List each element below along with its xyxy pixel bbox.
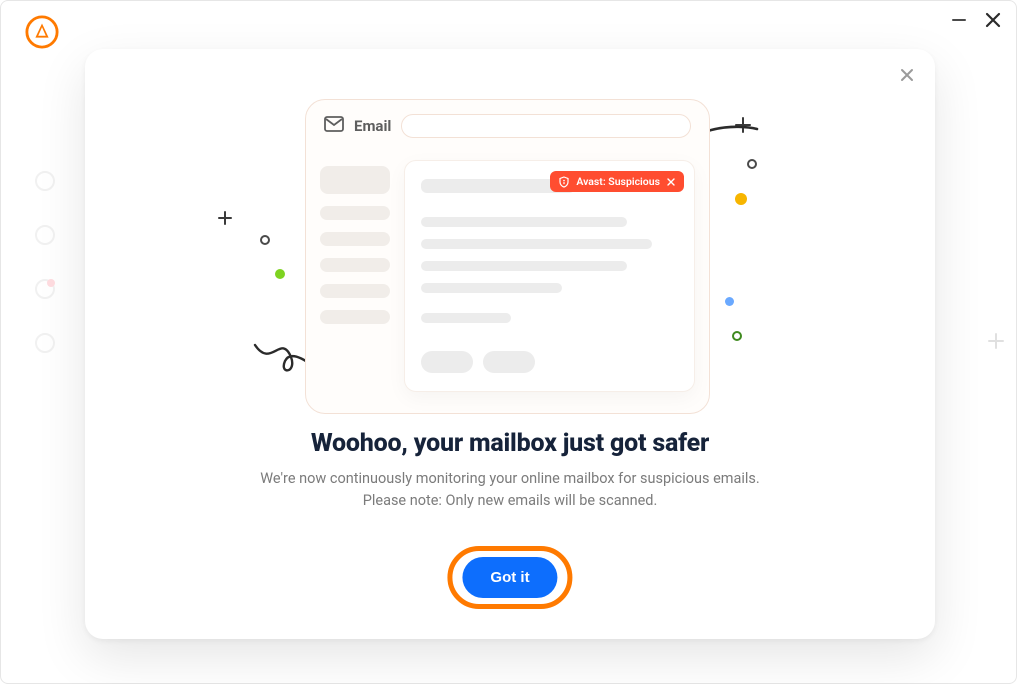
inbox-illustration: Email: [305, 99, 710, 414]
placeholder-line: [421, 283, 562, 293]
dot-icon: [275, 269, 285, 279]
list-item: [320, 206, 390, 220]
placeholder-chip: [483, 351, 535, 373]
suspicious-badge: Avast: Suspicious: [550, 171, 684, 192]
modal-close-button[interactable]: [899, 67, 915, 83]
modal-body: We're now continuously monitoring your o…: [145, 468, 875, 512]
inbox-label: Email: [354, 117, 391, 135]
modal-body-line: We're now continuously monitoring your o…: [260, 470, 759, 487]
mail-icon: [324, 116, 344, 136]
illustration-area: Email: [85, 99, 935, 429]
inbox-header: Email: [306, 100, 709, 152]
sidebar-item-explore[interactable]: [35, 225, 55, 245]
dot-icon: [725, 297, 734, 306]
sidebar: [35, 171, 55, 353]
window-controls: [952, 11, 1002, 29]
plus-icon: [218, 211, 232, 225]
shield-icon: [558, 176, 570, 188]
close-icon: [666, 177, 676, 187]
window-close-button[interactable]: [984, 11, 1002, 29]
inbox-preview: Avast: Suspicious: [404, 160, 695, 392]
ring-icon: [732, 331, 742, 341]
app-window: Email: [0, 0, 1017, 684]
sidebar-item-home[interactable]: [35, 171, 55, 191]
suspicious-badge-label: Avast: Suspicious: [576, 175, 660, 188]
modal-content: Woohoo, your mailbox just got safer We'r…: [85, 429, 935, 512]
modal-body-line: Please note: Only new emails will be sca…: [363, 492, 658, 509]
sidebar-item-notifications[interactable]: [35, 279, 55, 299]
inbox-body: Avast: Suspicious: [306, 152, 709, 406]
list-item: [320, 232, 390, 246]
list-item: [320, 166, 390, 194]
placeholder-line: [421, 261, 627, 271]
inbox-list: [320, 160, 390, 392]
sidebar-item-profile[interactable]: [35, 333, 55, 353]
modal-heading: Woohoo, your mailbox just got safer: [145, 429, 875, 458]
placeholder-line: [421, 313, 511, 323]
minimize-button[interactable]: [952, 19, 966, 21]
placeholder-chip: [421, 351, 473, 373]
list-item: [320, 284, 390, 298]
ring-icon: [260, 235, 270, 245]
confirmation-modal: Email: [85, 49, 935, 639]
placeholder-line: [421, 217, 627, 227]
cta-highlight-ring: Got it: [447, 546, 572, 609]
list-item: [320, 258, 390, 272]
inbox-search-pill: [401, 114, 691, 138]
placeholder-line: [421, 239, 652, 249]
app-logo: [25, 15, 59, 49]
placeholder-chips: [421, 351, 678, 373]
cta-wrap: Got it: [447, 546, 572, 609]
got-it-button[interactable]: Got it: [462, 557, 557, 598]
list-item: [320, 310, 390, 324]
